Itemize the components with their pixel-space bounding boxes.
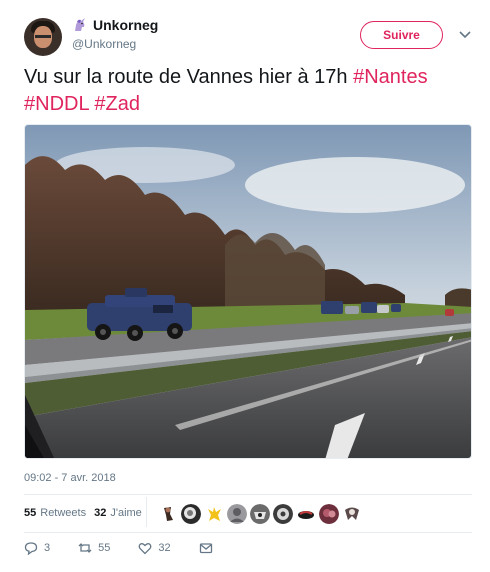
tweet-timestamp[interactable]: 09:02 - 7 avr. 2018 [24, 472, 116, 484]
tweet-photo[interactable] [24, 124, 472, 459]
liker-avatar[interactable] [273, 504, 293, 524]
reply-icon [24, 542, 38, 555]
tweet-actions: 3 55 32 [24, 541, 241, 555]
reply-count: 3 [44, 542, 51, 554]
likes-stat[interactable]: 32 J'aime [94, 507, 142, 519]
likes-label: J'aime [110, 507, 142, 519]
tweet-text-plain: Vu sur la route de Vannes hier à 17h [24, 66, 354, 88]
retweet-icon [78, 543, 92, 553]
liker-avatar[interactable] [250, 504, 270, 524]
divider [24, 532, 472, 533]
author-handle[interactable]: @Unkorneg [72, 37, 136, 51]
avatar[interactable] [24, 18, 62, 56]
road-photo-image [25, 125, 471, 458]
retweets-stat[interactable]: 55 Retweets [24, 507, 86, 519]
tweet-text: Vu sur la route de Vannes hier à 17h #Na… [24, 64, 474, 118]
unicorn-icon [75, 18, 85, 31]
follow-button[interactable]: Suivre [360, 21, 443, 49]
liker-avatar[interactable] [227, 504, 247, 524]
liker-avatar[interactable] [342, 504, 362, 524]
liker-avatar[interactable] [181, 504, 201, 524]
author-name-row[interactable]: Unkorneg [72, 17, 158, 33]
liker-avatar[interactable] [158, 504, 178, 524]
hashtag-link[interactable]: #NDDL [24, 93, 89, 115]
retweets-label: Retweets [40, 507, 87, 519]
liker-avatars [158, 504, 362, 524]
reply-button[interactable]: 3 [24, 541, 50, 555]
heart-icon [138, 543, 152, 555]
retweet-button[interactable]: 55 [78, 541, 110, 555]
direct-message-button[interactable] [199, 541, 213, 555]
divider [24, 494, 472, 495]
like-button[interactable]: 32 [138, 541, 171, 555]
tweet-stats: 55 Retweets 32 J'aime [24, 507, 150, 519]
retweet-count: 55 [98, 542, 111, 554]
liker-avatar[interactable] [296, 504, 316, 524]
liker-avatar[interactable] [204, 504, 224, 524]
retweets-count: 55 [24, 507, 37, 519]
display-name[interactable]: Unkorneg [93, 17, 158, 33]
hashtag-link[interactable]: #Nantes [353, 66, 428, 88]
envelope-icon [199, 543, 212, 554]
likes-count: 32 [94, 507, 107, 519]
like-count: 32 [158, 542, 171, 554]
divider [146, 497, 147, 527]
chevron-down-icon[interactable] [459, 30, 471, 40]
liker-avatar[interactable] [319, 504, 339, 524]
hashtag-link[interactable]: #Zad [94, 93, 140, 115]
